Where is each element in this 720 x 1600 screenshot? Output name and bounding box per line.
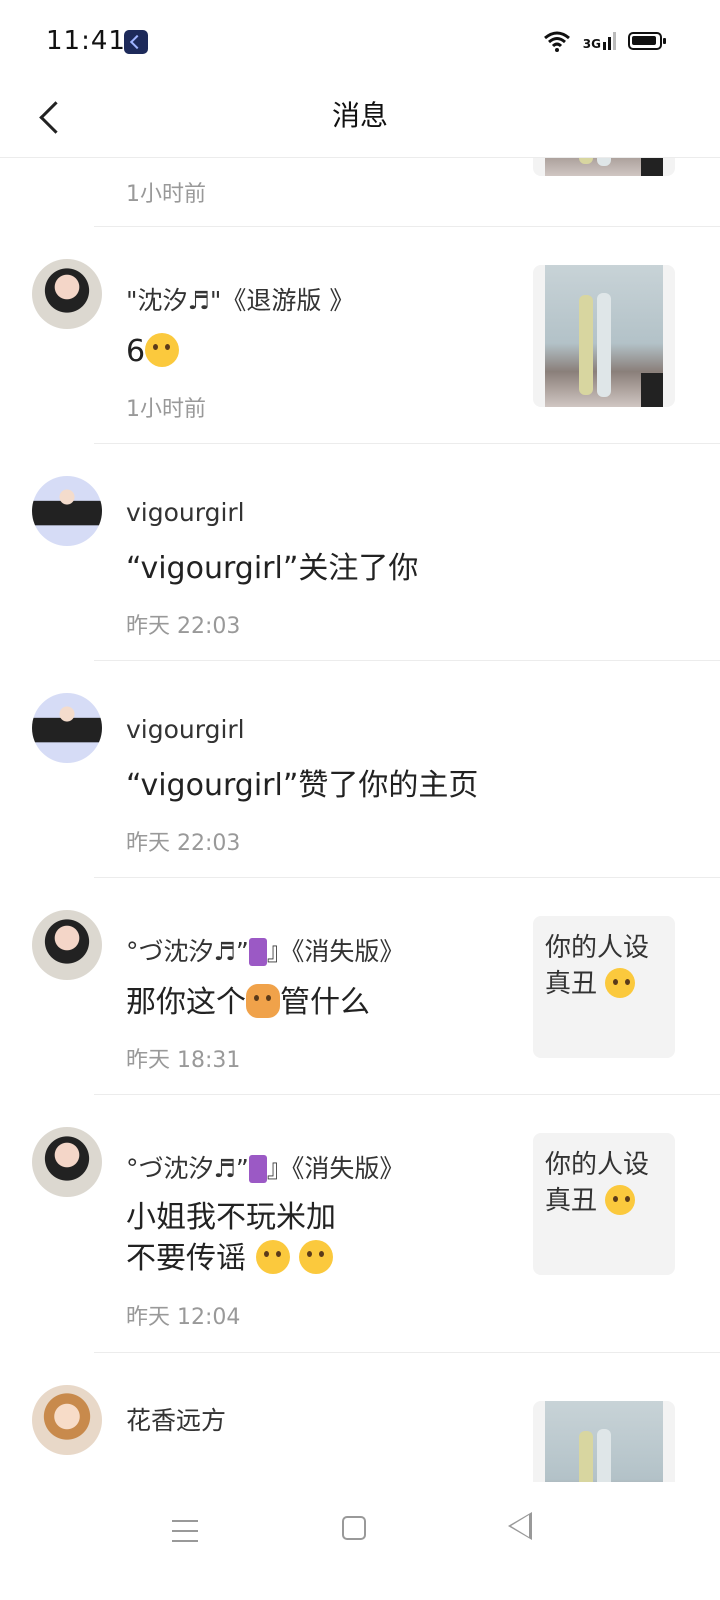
- avatar[interactable]: [32, 1127, 102, 1197]
- item-time: 昨天 18:31: [126, 1048, 241, 1073]
- thumbnail-photo: [533, 158, 675, 176]
- eye-roll-emoji-icon: [605, 1185, 636, 1215]
- message-text: “vigourgirl”关注了你: [126, 551, 419, 586]
- message-text: “vigourgirl”赞了你的主页: [126, 768, 479, 803]
- sender-name: °づ沈汐♬” 』《消失版》: [126, 937, 405, 966]
- dog-emoji-icon: [246, 984, 280, 1018]
- battery-icon: [628, 32, 666, 50]
- list-item[interactable]: vigourgirl “vigourgirl”关注了你 昨天 22:03: [0, 444, 720, 661]
- list-item[interactable]: 1小时前: [0, 158, 720, 227]
- list-item[interactable]: "沈汐♬"《退游版 》 6 1小时前: [0, 227, 720, 444]
- header: 消息: [0, 80, 720, 158]
- juice-box-icon: [248, 938, 267, 966]
- list-item[interactable]: vigourgirl “vigourgirl”赞了你的主页 昨天 22:03: [0, 661, 720, 878]
- avatar[interactable]: [32, 259, 102, 329]
- item-time: 昨天 22:03: [126, 614, 241, 639]
- list-item[interactable]: °づ沈汐♬” 』《消失版》 那你这个 管什么 昨天 18:31 你的人设真丑: [0, 878, 720, 1095]
- eye-roll-emoji-icon: [605, 968, 636, 998]
- eye-roll-emoji-icon: [255, 1240, 290, 1274]
- grin-emoji-icon: [299, 1240, 334, 1274]
- sender-name: vigourgirl: [126, 498, 245, 527]
- yum-emoji-icon: [145, 333, 180, 367]
- sender-name: vigourgirl: [126, 715, 245, 744]
- message-text: 小姐我不玩米加 不要传谣: [126, 1200, 336, 1276]
- avatar[interactable]: [32, 476, 102, 546]
- avatar[interactable]: [32, 910, 102, 980]
- quoted-comment[interactable]: 你的人设真丑: [533, 1133, 675, 1275]
- wifi-icon: [543, 31, 570, 52]
- avatar[interactable]: [32, 693, 102, 763]
- list-item[interactable]: °づ沈汐♬” 』《消失版》 小姐我不玩米加 不要传谣 昨天 12:04 你的人设真…: [0, 1095, 720, 1353]
- avatar[interactable]: [32, 1385, 102, 1455]
- list-item[interactable]: 花香远方: [0, 1353, 720, 1482]
- triangle-back-icon[interactable]: [508, 1512, 532, 1540]
- item-time: 昨天 22:03: [126, 831, 241, 856]
- network-type: 3G: [582, 37, 601, 51]
- thumbnail-photo[interactable]: [533, 1401, 675, 1482]
- message-list[interactable]: 1小时前 "沈汐♬"《退游版 》 6 1小时前 vigourgirl “vigo…: [0, 158, 720, 1482]
- system-nav-bar: [0, 1482, 720, 1600]
- quoted-comment[interactable]: 你的人设真丑: [533, 916, 675, 1058]
- menu-icon[interactable]: [172, 1520, 198, 1542]
- item-time: 1小时前: [126, 182, 206, 207]
- thumbnail-photo[interactable]: [533, 265, 675, 407]
- signal-icon: 3G: [583, 32, 616, 50]
- sender-name: "沈汐♬"《退游版 》: [126, 286, 355, 315]
- sender-name: 花香远方: [126, 1406, 227, 1435]
- message-text: 6: [126, 331, 180, 372]
- message-text: 那你这个 管什么: [126, 984, 370, 1020]
- app-notification-icon: [124, 30, 148, 54]
- status-time: 11:41: [46, 26, 126, 56]
- item-time: 1小时前: [126, 397, 206, 422]
- sender-name: °づ沈汐♬” 』《消失版》: [126, 1154, 405, 1183]
- item-time: 昨天 12:04: [126, 1305, 241, 1330]
- status-indicators: 3G: [543, 30, 666, 52]
- juice-box-icon: [248, 1155, 267, 1183]
- status-bar: 11:41 3G: [0, 0, 720, 80]
- page-title: 消息: [331, 99, 388, 132]
- home-square-icon[interactable]: [342, 1516, 366, 1540]
